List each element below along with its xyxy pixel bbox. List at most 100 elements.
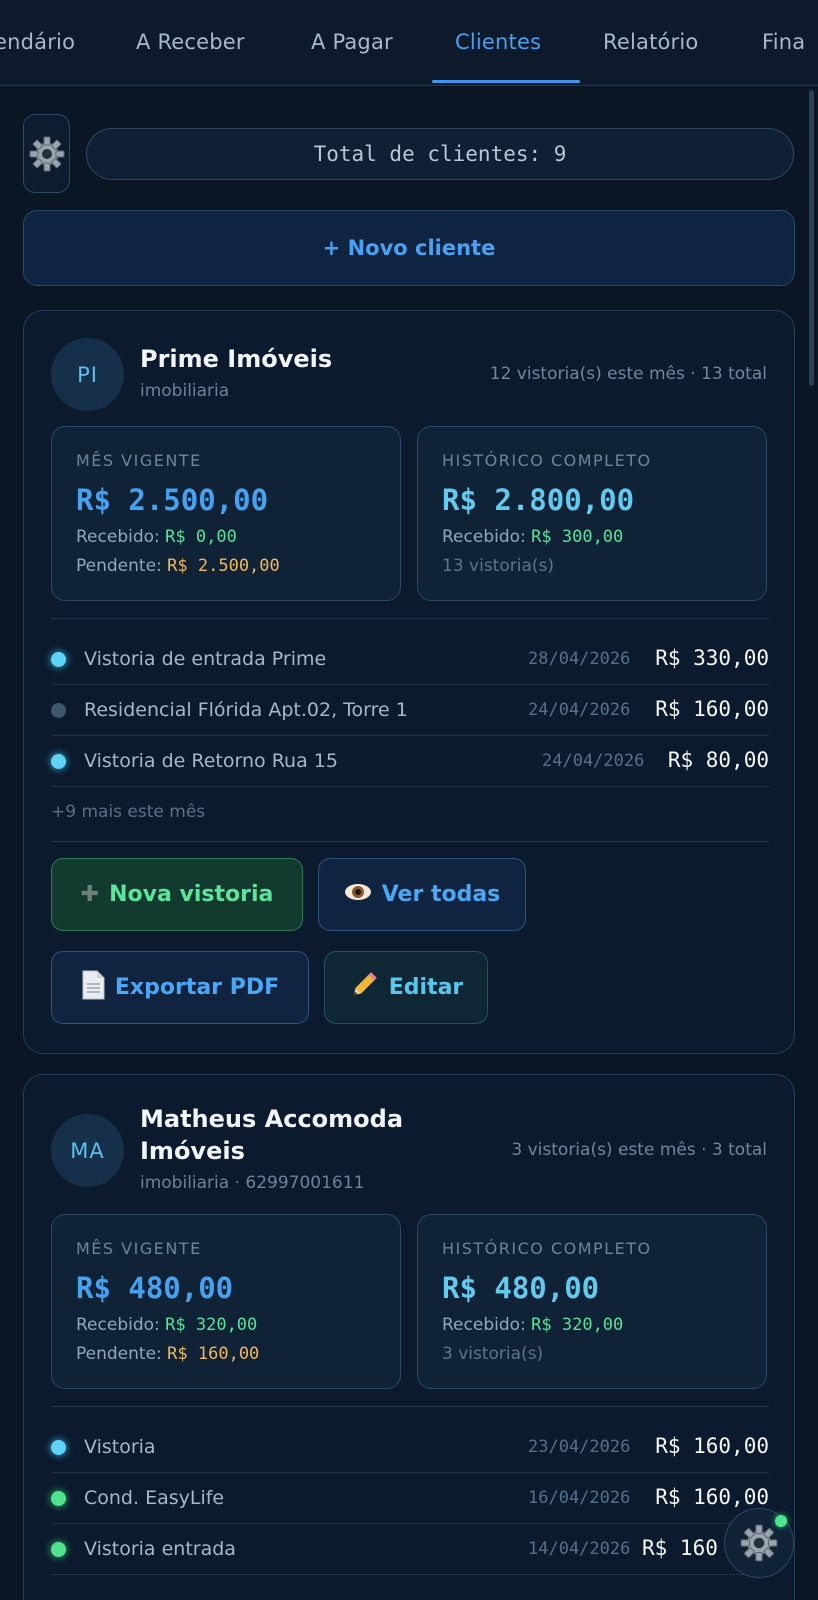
inspection-value: R$ 80,00 <box>667 748 769 772</box>
pencil-icon <box>349 970 379 1006</box>
export-pdf-button[interactable]: Exportar PDF <box>51 951 309 1024</box>
received-line: Recebido: R$ 320,00 <box>76 1315 257 1335</box>
online-status-dot <box>775 1515 787 1527</box>
current-month-title: MÊS VIGENTE <box>76 451 202 470</box>
pending-value: R$ 160,00 <box>167 1344 260 1364</box>
pending-label: Pendente: <box>76 1344 162 1364</box>
received-value: R$ 0,00 <box>165 527 237 547</box>
status-dot <box>51 652 66 667</box>
inspection-row[interactable]: Vistoria de Retorno Rua 15 24/04/2026 R$… <box>51 736 769 787</box>
status-dot <box>51 703 66 718</box>
received-value: R$ 320,00 <box>531 1315 624 1335</box>
tab-bar: endário A Receber A Pagar Clientes Relat… <box>0 0 818 86</box>
inspection-row[interactable]: Vistoria de entrada Prime 28/04/2026 R$ … <box>51 634 769 685</box>
client-name[interactable]: Prime Imóveis <box>140 343 332 375</box>
divider <box>51 618 769 619</box>
received-label: Recebido: <box>76 1315 160 1335</box>
status-dot <box>51 1491 66 1506</box>
client-name-line1[interactable]: Matheus Accomoda <box>140 1103 403 1135</box>
status-dot <box>51 1440 66 1455</box>
inspection-date: 28/04/2026 <box>528 649 631 669</box>
inspection-row[interactable]: Cond. EasyLife 16/04/2026 R$ 160,00 <box>51 1473 769 1524</box>
pending-value: R$ 2.500,00 <box>167 556 280 576</box>
status-dot <box>51 1542 66 1557</box>
inspection-count: 12 vistoria(s) este mês · 13 total <box>489 364 767 384</box>
edit-label: Editar <box>388 975 464 1000</box>
floating-settings-button[interactable] <box>724 1508 794 1578</box>
inspection-name: Vistoria entrada <box>84 1538 236 1560</box>
tab-payables[interactable]: A Pagar <box>311 30 393 54</box>
client-type: imobiliaria <box>140 381 230 401</box>
received-value: R$ 300,00 <box>531 527 624 547</box>
pending-label: Pendente: <box>76 556 162 576</box>
total-clients-display: Total de clientes: 9 <box>86 128 794 180</box>
divider <box>51 841 769 842</box>
tab-finance[interactable]: Fina <box>762 30 805 54</box>
row-divider <box>51 786 769 787</box>
edit-button[interactable]: Editar <box>324 951 488 1024</box>
client-type: imobiliaria · 62997001611 <box>140 1173 365 1193</box>
history-title: HISTÓRICO COMPLETO <box>442 451 652 470</box>
inspection-value: R$ 160,00 <box>655 1434 769 1458</box>
history-box: HISTÓRICO COMPLETO R$ 2.800,00 Recebido:… <box>417 426 767 601</box>
client-card: MA Matheus Accomoda Imóveis imobiliaria … <box>23 1074 795 1600</box>
client-card: PI Prime Imóveis imobiliaria 12 vistoria… <box>23 310 795 1054</box>
current-month-title: MÊS VIGENTE <box>76 1239 202 1258</box>
view-all-button[interactable]: Ver todas <box>318 858 526 931</box>
new-client-button[interactable]: + Novo cliente <box>23 210 795 286</box>
inspection-name: Vistoria de Retorno Rua 15 <box>84 750 338 772</box>
inspection-value: R$ 160 <box>642 1536 718 1560</box>
history-amount: R$ 2.800,00 <box>442 483 635 517</box>
tab-clients[interactable]: Clientes <box>455 30 541 54</box>
current-month-box: MÊS VIGENTE R$ 480,00 Recebido: R$ 320,0… <box>51 1214 401 1389</box>
received-value: R$ 320,00 <box>165 1315 258 1335</box>
inspection-value: R$ 160,00 <box>655 1485 769 1509</box>
history-title: HISTÓRICO COMPLETO <box>442 1239 652 1258</box>
inspection-row[interactable]: Vistoria entrada 14/04/2026 R$ 160 <box>51 1524 769 1575</box>
received-line: Recebido: R$ 0,00 <box>76 527 237 547</box>
document-icon <box>81 970 105 1006</box>
avatar: PI <box>51 338 124 411</box>
inspection-date: 24/04/2026 <box>542 751 645 771</box>
inspection-name: Vistoria de entrada Prime <box>84 648 327 670</box>
history-box: HISTÓRICO COMPLETO R$ 480,00 Recebido: R… <box>417 1214 767 1389</box>
tab-receivables[interactable]: A Receber <box>136 30 245 54</box>
tab-calendar[interactable]: endário <box>0 30 75 54</box>
avatar: MA <box>51 1114 124 1187</box>
received-label: Recebido: <box>442 527 526 547</box>
gear-icon <box>29 136 64 171</box>
new-inspection-button[interactable]: ✚ Nova vistoria <box>51 858 303 931</box>
status-dot <box>51 754 66 769</box>
settings-button[interactable] <box>23 114 70 193</box>
inspection-date: 24/04/2026 <box>528 700 631 720</box>
inspection-date: 16/04/2026 <box>528 1488 631 1508</box>
eye-icon <box>344 882 372 908</box>
inspection-value: R$ 160,00 <box>655 697 769 721</box>
plus-icon: ✚ <box>80 882 100 907</box>
export-pdf-label: Exportar PDF <box>114 975 280 1000</box>
current-month-box: MÊS VIGENTE R$ 2.500,00 Recebido: R$ 0,0… <box>51 426 401 601</box>
inspection-name: Vistoria <box>84 1436 156 1458</box>
received-label: Recebido: <box>76 527 160 547</box>
inspection-row[interactable]: Vistoria 23/04/2026 R$ 160,00 <box>51 1422 769 1473</box>
more-inspections-link[interactable]: +9 mais este mês <box>51 802 205 822</box>
view-all-label: Ver todas <box>381 882 501 907</box>
inspection-count: 3 vistoria(s) este mês · 3 total <box>511 1140 767 1160</box>
new-inspection-label: Nova vistoria <box>109 882 274 907</box>
inspection-date: 23/04/2026 <box>528 1437 631 1457</box>
history-received-line: Recebido: R$ 320,00 <box>442 1315 623 1335</box>
active-tab-indicator <box>432 80 580 83</box>
history-received-line: Recebido: R$ 300,00 <box>442 527 623 547</box>
scrollbar[interactable] <box>809 90 814 386</box>
divider <box>51 1406 769 1407</box>
inspection-date: 14/04/2026 <box>528 1539 631 1559</box>
client-name-line2[interactable]: Imóveis <box>140 1135 245 1167</box>
current-month-amount: R$ 480,00 <box>76 1271 234 1305</box>
inspection-row[interactable]: Residencial Flórida Apt.02, Torre 1 24/0… <box>51 685 769 736</box>
history-inspections: 3 vistoria(s) <box>442 1344 544 1364</box>
history-amount: R$ 480,00 <box>442 1271 600 1305</box>
pending-line: Pendente: R$ 160,00 <box>76 1344 259 1364</box>
gear-icon <box>740 1524 778 1562</box>
pending-line: Pendente: R$ 2.500,00 <box>76 556 280 576</box>
tab-report[interactable]: Relatório <box>603 30 698 54</box>
